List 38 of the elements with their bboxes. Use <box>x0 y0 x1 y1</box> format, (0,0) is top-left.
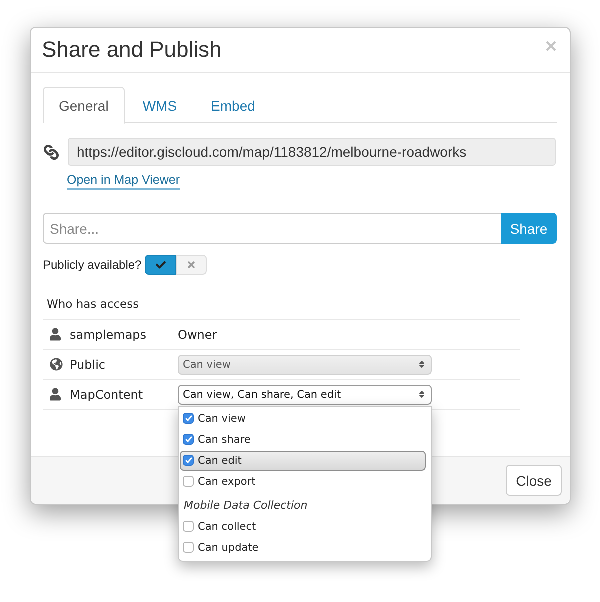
open-viewer-link[interactable]: Open in Map Viewer <box>67 173 180 190</box>
permission-text: Owner <box>178 328 218 342</box>
yes-toggle-button[interactable] <box>145 255 176 275</box>
permission-select[interactable]: Can view, Can share, Can edit <box>178 384 432 404</box>
caret-icon <box>419 390 425 399</box>
checkbox[interactable] <box>183 521 194 532</box>
dropdown-option[interactable]: Can view <box>180 408 426 428</box>
dropdown-option[interactable]: Can share <box>180 430 426 450</box>
link-icon <box>44 144 59 160</box>
user-name: MapContent <box>70 388 144 402</box>
url-field[interactable]: https://editor.giscloud.com/map/1183812/melbourne-roadworks <box>68 138 556 166</box>
checkbox[interactable] <box>183 455 194 466</box>
checkbox[interactable] <box>183 413 194 424</box>
user-icon <box>50 328 61 341</box>
dialog-title: Share and Publish <box>42 37 222 63</box>
access-heading: Who has access <box>46 297 140 311</box>
tab[interactable]: WMS <box>126 87 194 124</box>
checkbox[interactable] <box>183 434 194 445</box>
tab[interactable]: General <box>43 87 125 124</box>
no-toggle-button[interactable] <box>176 255 207 275</box>
user-name: samplemaps <box>70 328 147 342</box>
user-name: Public <box>70 358 106 372</box>
dropdown-option[interactable]: Can update <box>180 538 426 558</box>
share-field[interactable]: Share... <box>43 213 501 244</box>
checkbox[interactable] <box>183 476 194 487</box>
tab[interactable]: Embed <box>195 87 272 124</box>
dropdown-option[interactable]: Can collect <box>180 516 426 536</box>
caret-icon <box>419 360 425 369</box>
cross-icon <box>187 260 196 270</box>
dropdown-option[interactable]: Can export <box>180 472 426 492</box>
user-icon <box>50 388 61 401</box>
check-icon <box>154 260 166 270</box>
globe-icon <box>50 358 63 371</box>
checkbox[interactable] <box>183 542 194 553</box>
public-label: Publicly available? <box>43 258 143 272</box>
group-label: Mobile Data Collection <box>183 498 308 514</box>
close-button[interactable]: Close <box>506 465 562 496</box>
dropdown-option[interactable]: Can edit <box>180 450 426 470</box>
